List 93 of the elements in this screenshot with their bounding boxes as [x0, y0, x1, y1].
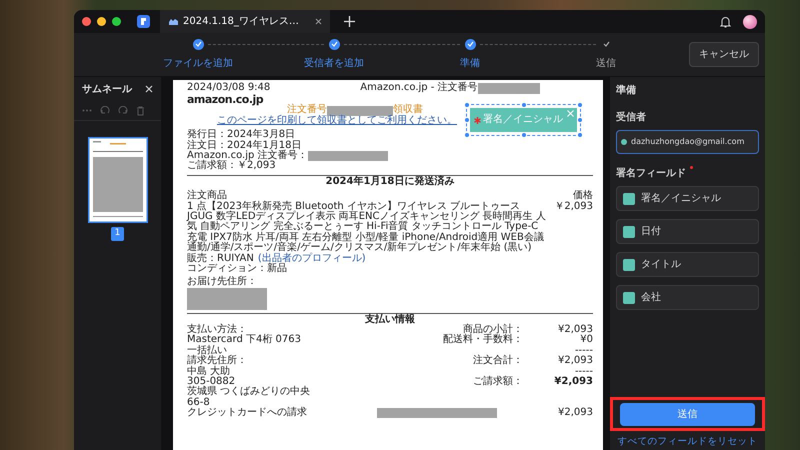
payment-label: 請求先住所：	[187, 356, 248, 366]
redacted-block	[478, 83, 540, 94]
field-item[interactable]: 会社	[616, 285, 759, 310]
recipient-selector[interactable]: dazhuzhongdao@gmail.com	[616, 130, 759, 154]
status-dot	[621, 139, 627, 145]
close-icon[interactable]	[314, 18, 322, 25]
total-label: 配送料・手数料：	[443, 335, 523, 346]
column-header: 価格	[573, 191, 593, 202]
send-button[interactable]: 送信	[620, 402, 755, 426]
resize-handle[interactable]	[578, 133, 582, 138]
field-label: 会社	[641, 290, 661, 305]
avatar[interactable]	[743, 14, 757, 28]
rotate-left-icon[interactable]	[100, 106, 110, 116]
header-text: Amazon.co.jp - 注文番号	[360, 83, 478, 94]
payment-text: 一括払い	[187, 346, 227, 356]
page-thumbnail[interactable]	[88, 137, 148, 223]
trash-icon[interactable]	[136, 106, 145, 116]
step-label[interactable]: 準備	[460, 56, 480, 70]
step-label[interactable]: 受信者を追加	[304, 56, 364, 70]
receipt-title: 領収書	[393, 105, 423, 116]
step-label[interactable]: ファイルを追加	[163, 56, 233, 70]
section-label: 受信者	[616, 110, 647, 125]
zoom-button[interactable]	[112, 17, 121, 26]
close-icon[interactable]	[145, 85, 153, 93]
field-label: 日付	[641, 225, 661, 239]
field-item[interactable]: 日付	[616, 219, 759, 244]
item-price: ￥2,093	[554, 202, 593, 214]
payment-text: 茨城県 つくばみどりの中央	[187, 387, 310, 398]
item-description: 1 点【2023年秋新発売 Bluetooth イヤホン】ワイヤレス ブルートゥース JGUG 数字LEDディスプレイ表示 両耳ENCノイズキャンセリング 長時間再生 人気 自動ペアリング 完全ぶるーとぅーす Hi-Fi音質 タッチコントロール Type-C充電 IPX7防水 片耳/両耳 左右分離型 小型/軽量 iPhone/Android適用 WEB会議通勤/通学/スポーツ/音楽/ゲーム/クリスマス/新年プレゼント/年末年始 (黒い)	[187, 202, 546, 254]
total-value: ¥2,093	[558, 408, 593, 419]
seller-text: 販売：RUIYAN	[187, 254, 254, 264]
address-label: お届け先住所：	[187, 277, 258, 288]
print-link[interactable]: このページを印刷して領収書としてご利用ください。	[217, 116, 457, 126]
total-label: ご請求額：	[472, 377, 523, 388]
column-header: 注文商品	[187, 191, 227, 202]
panel-title: 準備	[616, 84, 637, 98]
timestamp: 2024/03/08 9:48	[187, 83, 270, 94]
summary-text: 発行日：2024年3月8日	[187, 130, 296, 140]
total-value: ¥0	[579, 335, 593, 346]
rotate-right-icon[interactable]	[118, 106, 128, 116]
field-label: 署名／イニシャル	[641, 192, 721, 206]
bell-icon[interactable]	[720, 16, 731, 28]
recipient-email: dazhuzhongdao@gmail.com	[631, 136, 744, 148]
step-label[interactable]: 送信	[596, 56, 616, 70]
file-icon	[168, 17, 179, 26]
plus-icon[interactable]	[344, 16, 355, 27]
section-label: 署名フィールド	[616, 166, 686, 181]
field-label: タイトル	[641, 258, 681, 272]
section-heading: 2024年1月18日に発送済み	[324, 176, 456, 188]
payment-label: 支払い方法：	[187, 325, 247, 336]
sidebar-title: サムネール	[82, 82, 132, 96]
total-value: ¥2,093	[553, 377, 593, 388]
dashes-text: -----	[574, 366, 593, 377]
field-swatch	[623, 292, 635, 304]
summary-text: 注文日：2024年1月18日	[187, 140, 302, 151]
summary-text: ご請求額：￥2,093	[187, 161, 276, 172]
amazon-logo: amazon.co.jp	[187, 94, 264, 106]
total-value: ¥2,093	[557, 356, 593, 367]
payment-text: 中島 大助	[187, 366, 230, 377]
section-heading: 支払い情報	[364, 314, 416, 326]
condition-text: コンディション：新品	[187, 264, 288, 274]
close-button[interactable]	[82, 17, 91, 26]
seller-link[interactable]: (出品者のプロフィール)	[258, 254, 366, 264]
total-value: ¥2,093	[557, 325, 593, 336]
resize-handle[interactable]	[522, 133, 526, 138]
more-icon[interactable]	[82, 109, 92, 112]
resize-handle[interactable]	[465, 103, 469, 107]
resize-handle[interactable]	[578, 118, 582, 122]
total-label: 注文合計：	[472, 356, 523, 367]
dashes-text: -----	[574, 346, 593, 356]
payment-text: Mastercard 下4桁 0763	[187, 335, 302, 346]
payment-label: クレジットカードへの請求	[187, 408, 307, 419]
field-item[interactable]: タイトル	[616, 252, 759, 277]
resize-handle[interactable]	[465, 118, 469, 122]
payment-text: 66-8	[187, 398, 211, 408]
summary-label: Amazon.co.jp 注文番号：	[187, 151, 308, 161]
resize-handle[interactable]	[465, 133, 469, 138]
reset-link[interactable]: すべてのフィールドをリセット	[616, 434, 759, 449]
page-number[interactable]: 1	[110, 227, 124, 240]
cancel-button[interactable]: キャンセル	[689, 42, 759, 67]
resize-handle[interactable]	[578, 103, 582, 107]
field-swatch	[623, 258, 635, 270]
resize-handle[interactable]	[522, 103, 526, 107]
redacted-block	[327, 106, 393, 116]
field-item[interactable]: 署名／イニシャル	[616, 186, 759, 211]
field-label: 署名／イニシャル	[483, 115, 563, 126]
app-logo-icon[interactable]	[137, 15, 150, 28]
minimize-button[interactable]	[97, 17, 106, 26]
document-tab[interactable]: 2024.1.18_ワイヤレス…	[160, 10, 330, 33]
field-swatch	[623, 192, 635, 204]
field-swatch	[623, 226, 635, 238]
tab-title: 2024.1.18_ワイヤレス…	[183, 15, 299, 29]
receipt-title: 注文番号	[287, 105, 327, 116]
